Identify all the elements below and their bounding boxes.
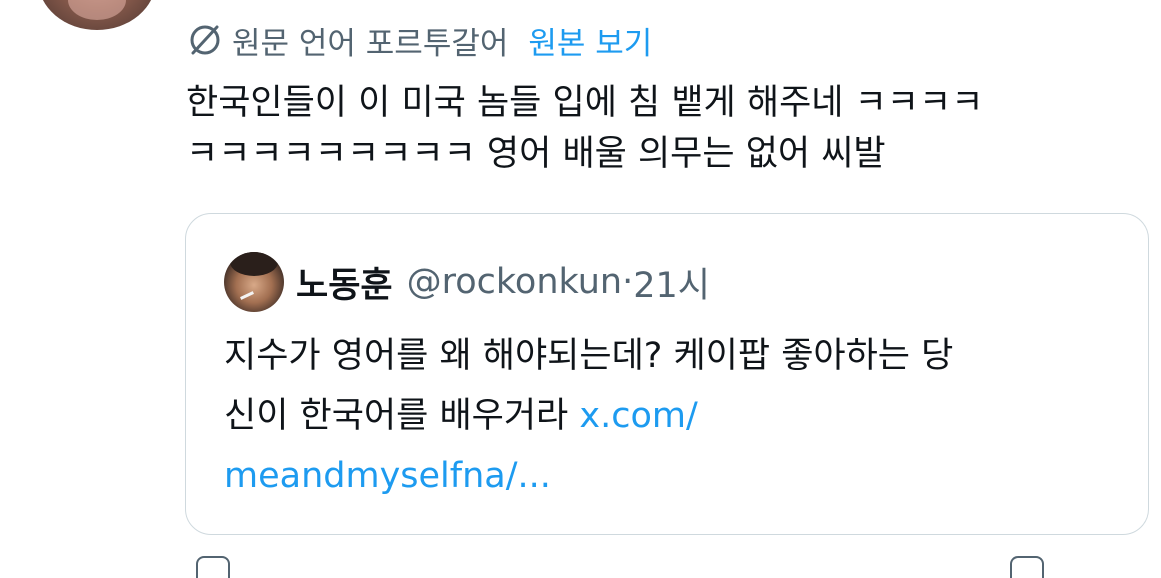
reply-icon[interactable] bbox=[196, 556, 230, 578]
author-avatar[interactable] bbox=[38, 0, 156, 30]
quote-handle[interactable]: @rockonkun bbox=[407, 262, 622, 302]
quote-header: 노동훈 @rockonkun · 21시 bbox=[224, 252, 710, 312]
show-original-link[interactable]: 원본 보기 bbox=[528, 18, 652, 63]
tweet-text: 한국인들이 이 미국 놈들 입에 침 뱉게 해주네 ㅋㅋㅋㅋ ㅋㅋㅋㅋㅋㅋㅋㅋㅋ… bbox=[186, 83, 984, 174]
translation-bar: 원문 언어 포르투갈어 원본 보기 bbox=[186, 18, 652, 63]
quote-author-avatar[interactable] bbox=[224, 252, 284, 312]
quote-display-name[interactable]: 노동훈 bbox=[296, 257, 393, 308]
translate-globe-icon bbox=[190, 25, 220, 55]
quote-separator: · bbox=[622, 262, 634, 302]
quote-text: 지수가 영어를 왜 해야되는데? 케이팝 좋아하는 당 신이 한국어를 배우거라… bbox=[224, 326, 1124, 506]
original-language-label: 원문 언어 포르투갈어 bbox=[232, 25, 509, 62]
quote-timestamp[interactable]: 21시 bbox=[633, 257, 710, 308]
quote-tweet-card[interactable]: 노동훈 @rockonkun · 21시 지수가 영어를 왜 해야되는데? 케이… bbox=[185, 213, 1149, 535]
share-icon[interactable] bbox=[1010, 556, 1044, 578]
